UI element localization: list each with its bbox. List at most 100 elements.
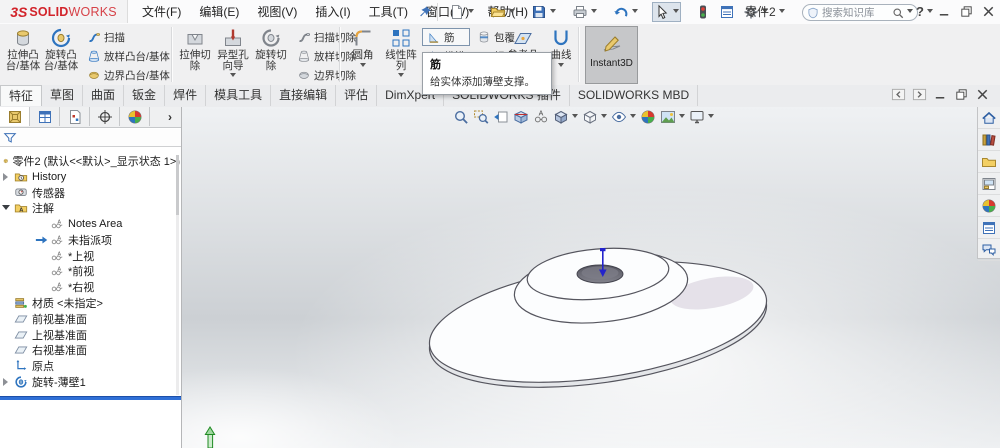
chevron-down-icon xyxy=(550,8,556,16)
menu-item[interactable]: 工具(T) xyxy=(360,0,417,24)
command-tab[interactable]: 特征 xyxy=(0,85,43,106)
command-tab[interactable]: 评估 xyxy=(336,85,378,106)
doc-win-close-button[interactable] xyxy=(975,87,990,102)
ribbon-button-fillet[interactable]: 圆角 xyxy=(344,24,382,70)
doc-tab-prev-button[interactable] xyxy=(891,87,906,102)
command-tab[interactable]: SOLIDWORKS MBD xyxy=(570,85,699,106)
ribbon-button-hole-wizard[interactable]: 异型孔向导 xyxy=(214,24,252,80)
win-close-button[interactable] xyxy=(981,4,996,19)
apply-scene-button[interactable] xyxy=(659,108,686,126)
view-settings-button[interactable] xyxy=(688,108,715,126)
panel-flyout-button[interactable]: › xyxy=(163,109,177,125)
ribbon-button-boundary[interactable]: 边界凸台/基体 xyxy=(82,66,175,84)
hide-show-items-button[interactable] xyxy=(610,108,637,126)
tree-item[interactable]: A Notes Area xyxy=(0,216,180,232)
panel-tab-property-manager[interactable] xyxy=(30,107,60,126)
boundary-icon xyxy=(87,68,101,82)
tree-item[interactable]: 右视基准面 xyxy=(0,343,180,359)
tree-item[interactable]: 材质 <未指定> xyxy=(0,295,180,311)
panel-tab-dimxpert-manager[interactable] xyxy=(90,107,120,126)
expander-collapsed-icon[interactable] xyxy=(3,378,12,387)
doc-win-restore-button[interactable] xyxy=(954,87,969,102)
panel-tab-display-manager[interactable] xyxy=(120,107,150,126)
menu-item[interactable]: 视图(V) xyxy=(248,0,306,24)
pushpin-icon[interactable] xyxy=(418,5,432,19)
panel-tab-configuration-manager[interactable] xyxy=(60,107,90,126)
previous-view-button[interactable] xyxy=(492,108,510,126)
ribbon-button-loft[interactable]: 放样凸台/基体 xyxy=(82,47,175,65)
help-button[interactable]: ? xyxy=(916,4,933,19)
tree-item[interactable]: A 未指派项 xyxy=(0,232,180,248)
display-style-button[interactable] xyxy=(581,108,608,126)
loft-icon xyxy=(87,49,101,63)
view-orientation-button[interactable] xyxy=(552,108,579,126)
annotation-views-button[interactable]: A xyxy=(532,108,550,126)
command-tab[interactable]: 草图 xyxy=(42,85,84,106)
doc-win-min-button[interactable] xyxy=(933,87,948,102)
menu-item[interactable]: 文件(F) xyxy=(133,0,190,24)
chevron-down-icon xyxy=(632,8,638,16)
search-icon[interactable] xyxy=(892,7,904,19)
command-tab[interactable]: 直接编辑 xyxy=(271,85,337,106)
command-tab[interactable]: 焊件 xyxy=(165,85,207,106)
display-settings-button[interactable] xyxy=(717,2,737,22)
tree-item[interactable]: A *上视 xyxy=(0,248,180,264)
zoom-fit-button[interactable] xyxy=(452,108,470,126)
zoom-area-button[interactable] xyxy=(472,108,490,126)
panel-tab-feature-manager[interactable] xyxy=(0,107,30,126)
undo-button[interactable] xyxy=(611,2,640,22)
rebuild-button[interactable] xyxy=(693,2,713,22)
taskpane-file-explorer-button[interactable] xyxy=(978,151,1000,173)
command-tab[interactable]: 曲面 xyxy=(83,85,125,106)
taskpane-resources-home-button[interactable] xyxy=(978,107,1000,129)
tree-item[interactable]: 传感器 xyxy=(0,185,180,201)
taskpane-design-library-button[interactable] xyxy=(978,129,1000,151)
tree-item[interactable]: A *前视 xyxy=(0,264,180,280)
tree-filter[interactable] xyxy=(0,128,181,147)
search-input[interactable]: 搜索知识库 xyxy=(802,4,918,21)
ribbon-button-sweep[interactable]: 扫描 xyxy=(82,28,175,46)
tree-item[interactable]: 上视基准面 xyxy=(0,327,180,343)
taskpane-view-palette-button[interactable] xyxy=(978,173,1000,195)
menu-item[interactable]: 编辑(E) xyxy=(190,0,248,24)
open-button[interactable] xyxy=(488,2,517,22)
new-document-button[interactable] xyxy=(447,2,476,22)
command-tab[interactable]: 钣金 xyxy=(124,85,166,106)
tree-item[interactable]: History xyxy=(0,169,180,185)
instant3d-toggle-button[interactable]: Instant3D xyxy=(585,26,638,84)
taskpane-custom-properties-button[interactable] xyxy=(978,217,1000,239)
ribbon-button-rib[interactable]: 筋 xyxy=(422,28,470,46)
edit-appearance-button[interactable] xyxy=(639,108,657,126)
chevron-down-icon xyxy=(926,9,933,16)
panel-scrollbar[interactable] xyxy=(176,155,179,395)
save-button[interactable] xyxy=(529,2,558,22)
ribbon-button-revolve-cut[interactable]: 旋转切除 xyxy=(252,24,290,71)
tree-item[interactable]: 原点 xyxy=(0,358,180,374)
chevron-down-icon[interactable] xyxy=(907,9,913,16)
expander-expanded-icon[interactable] xyxy=(2,205,10,214)
ribbon-button-revolve-boss[interactable]: 旋转凸台/基体 xyxy=(42,24,80,71)
ribbon-button-extrude-cut[interactable]: 拉伸切除 xyxy=(176,24,214,71)
document-switcher[interactable]: 零件2 xyxy=(745,4,785,20)
tree-item[interactable]: A *右视 xyxy=(0,279,180,295)
section-view-button[interactable] xyxy=(512,108,530,126)
ribbon-button-extrude-boss[interactable]: 拉伸凸台/基体 xyxy=(4,24,42,71)
tree-item[interactable]: 零件2 (默认<<默认>_显示状态 1>) xyxy=(0,153,180,169)
menu-item[interactable]: 插入(I) xyxy=(306,0,359,24)
print-button[interactable] xyxy=(570,2,599,22)
ribbon-button-linear-pattern[interactable]: 线性阵列 xyxy=(382,24,420,80)
select-button[interactable] xyxy=(652,2,681,22)
doc-tab-next-button[interactable] xyxy=(912,87,927,102)
tree-item[interactable]: 前视基准面 xyxy=(0,311,180,327)
resources-home-icon xyxy=(981,110,997,126)
rollback-bar[interactable] xyxy=(0,396,181,400)
win-min-button[interactable] xyxy=(937,4,952,19)
reference-geometry-icon xyxy=(512,27,534,49)
taskpane-appearances-scenes-button[interactable] xyxy=(978,195,1000,217)
command-tab[interactable]: 模具工具 xyxy=(206,85,272,106)
expander-collapsed-icon[interactable] xyxy=(3,172,12,181)
taskpane-forum-button[interactable] xyxy=(978,239,1000,261)
win-restore-button[interactable] xyxy=(959,4,974,19)
tree-item[interactable]: 旋转-薄壁1 xyxy=(0,374,180,390)
tree-item[interactable]: A 注解 xyxy=(0,200,180,216)
